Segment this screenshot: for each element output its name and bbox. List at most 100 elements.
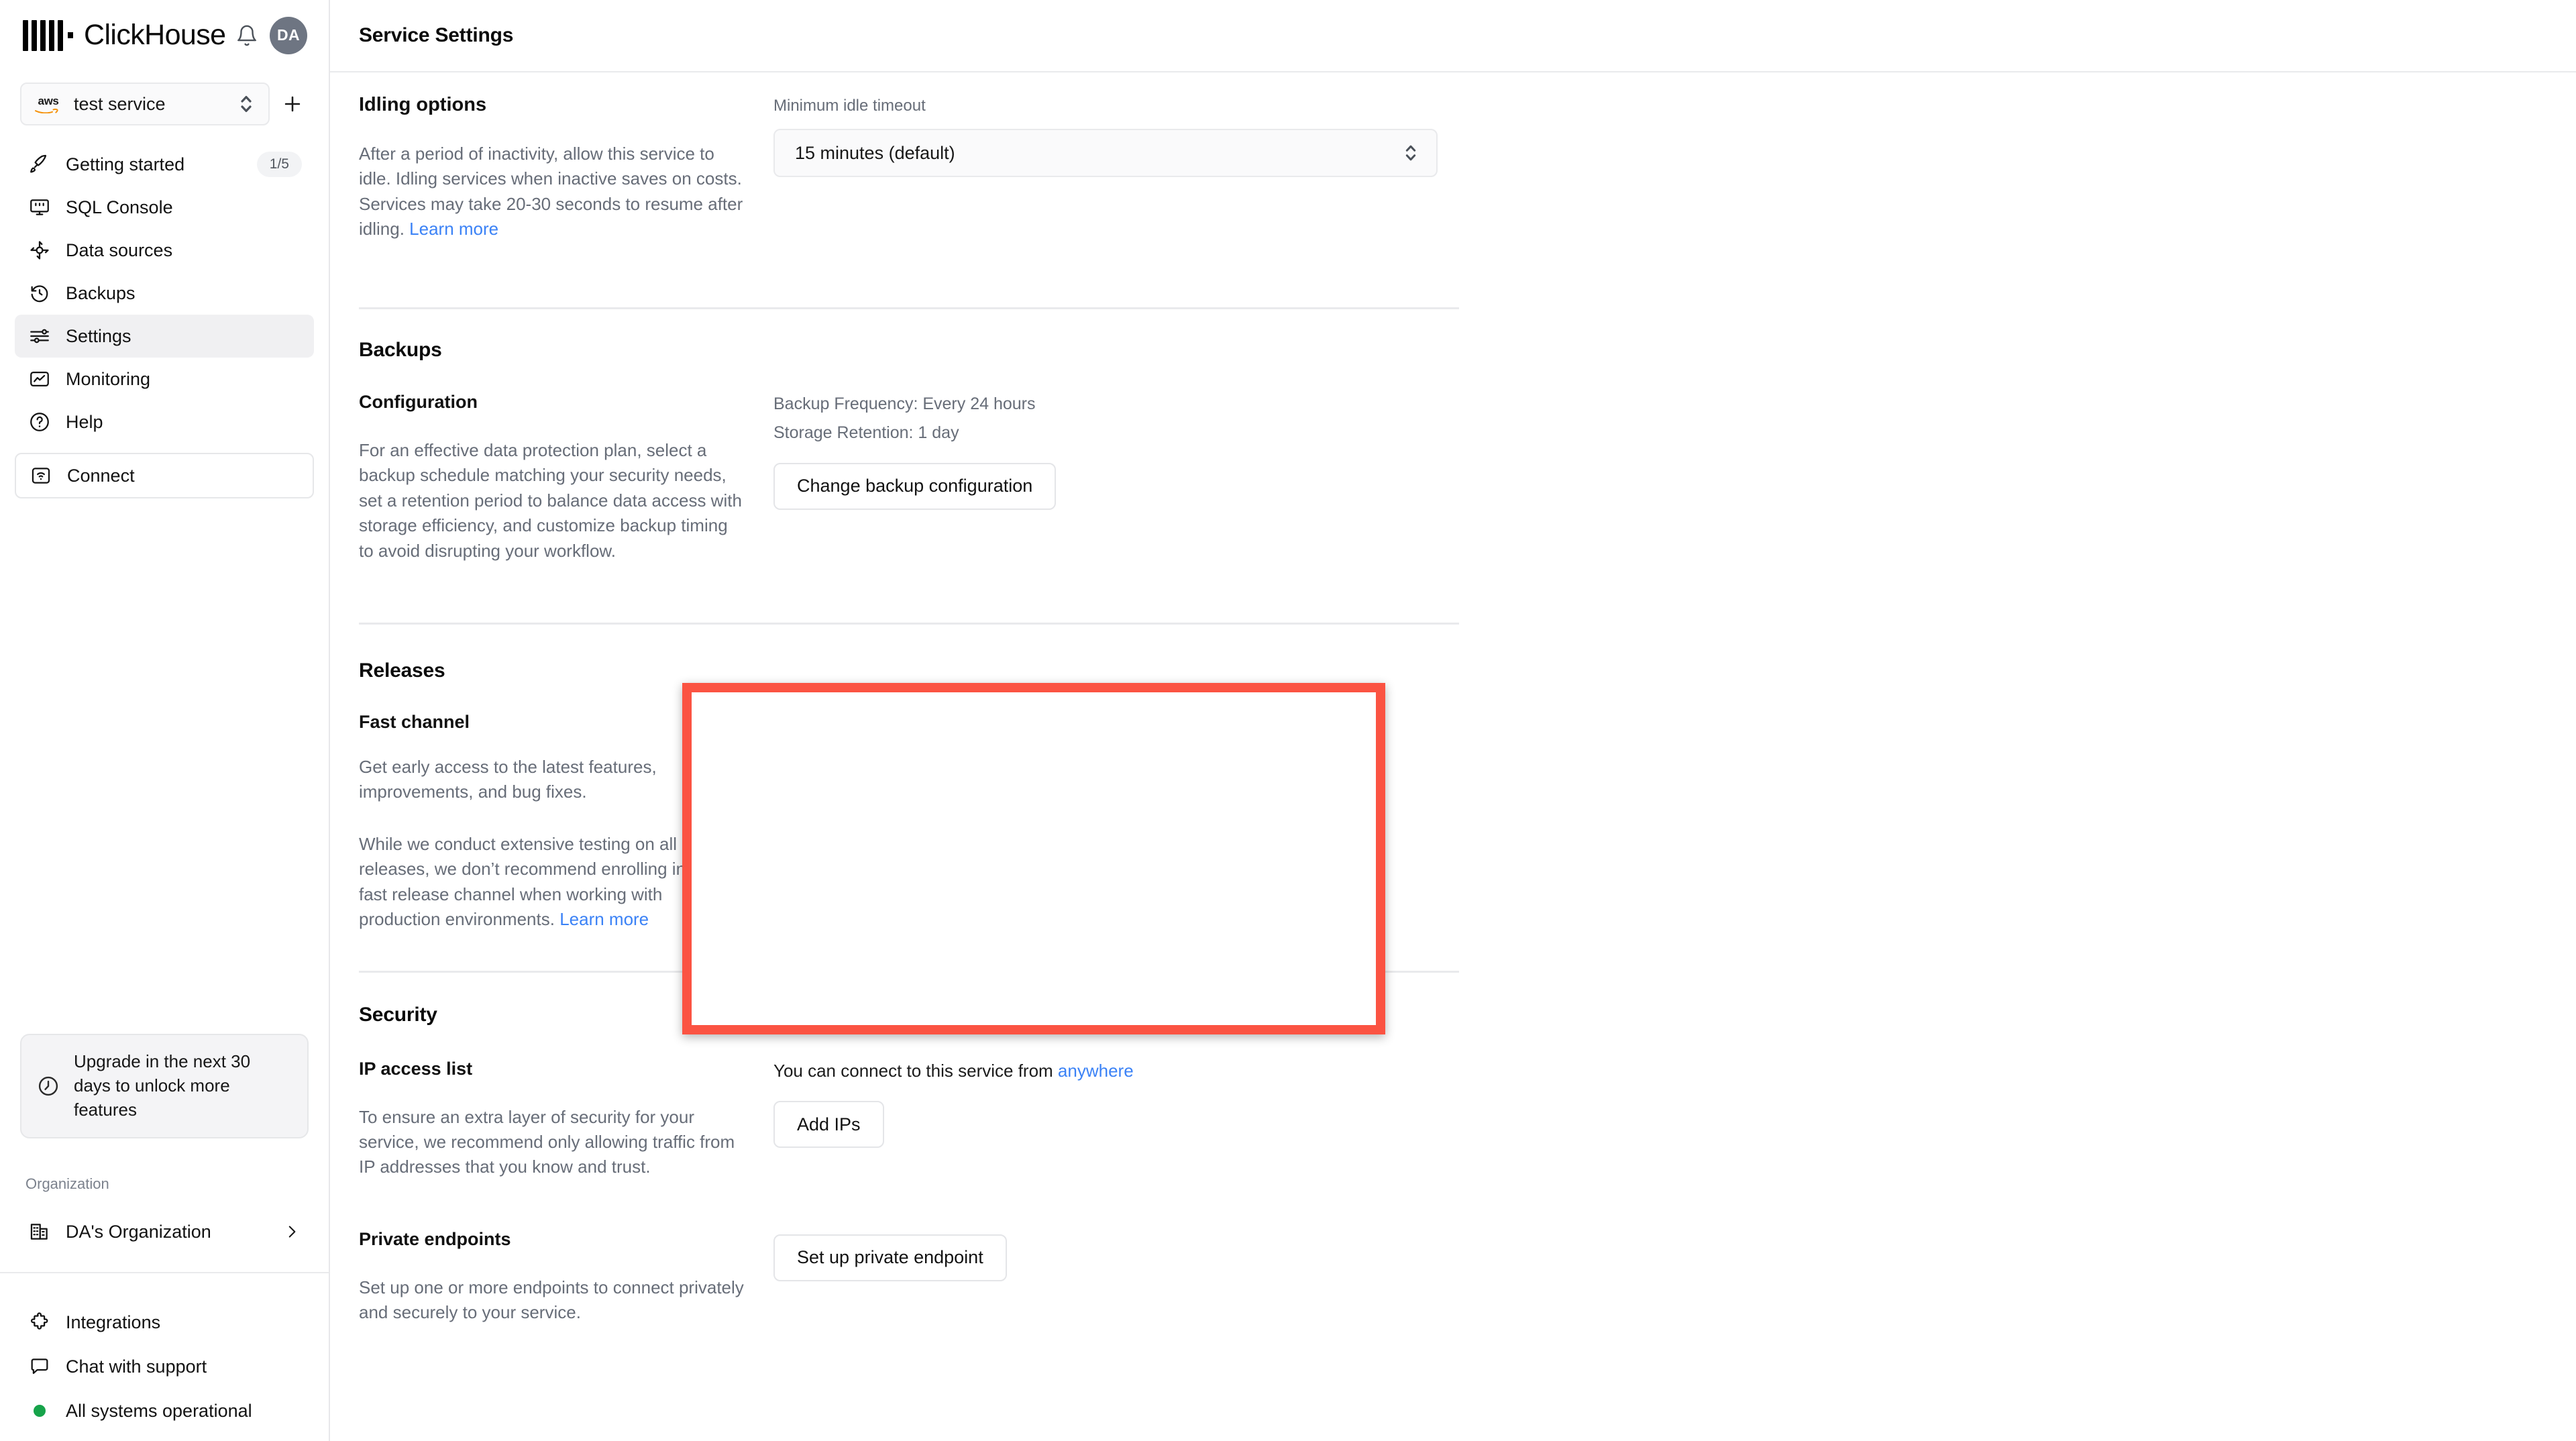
avatar[interactable]: DA [270,17,307,54]
idling-learn-more-link[interactable]: Learn more [409,219,498,239]
change-backup-configuration-button[interactable]: Change backup configuration [773,463,1056,510]
sidebar-item-data-sources[interactable]: Data sources [15,229,314,272]
history-restore-icon [28,282,51,305]
aws-swoosh-icon [35,107,62,113]
puzzle-icon [28,1311,51,1334]
sidebar-item-integrations[interactable]: Integrations [15,1300,314,1344]
idling-options-section: Idling options After a period of inactiv… [359,72,2576,242]
add-service-button[interactable] [276,88,309,120]
idling-options-title: Idling options [359,94,747,116]
sidebar: ClickHouse DA aws test service [0,0,330,1441]
sidebar-bottom-nav: Integrations Chat with support All syste… [15,1300,314,1433]
aws-label: aws [38,95,59,107]
storage-retention-line: Storage Retention: 1 day [773,421,2576,445]
getting-started-progress-badge: 1/5 [257,152,302,177]
sidebar-item-backups[interactable]: Backups [15,272,314,315]
anywhere-link[interactable]: anywhere [1058,1061,1134,1081]
rocket-icon [28,153,51,176]
connect-label: Connect [67,466,135,486]
status-dot-icon [34,1405,46,1417]
app-root: ClickHouse DA aws test service [0,0,2576,1441]
ip-access-left: IP access list To ensure an extra layer … [359,1059,773,1180]
upgrade-banner[interactable]: Upgrade in the next 30 days to unlock mo… [20,1034,309,1138]
sidebar-item-help[interactable]: Help [15,401,314,443]
chevron-right-icon [283,1223,301,1240]
sidebar-item-label: Backups [66,283,136,304]
backups-description: For an effective data protection plan, s… [359,438,747,564]
setup-private-endpoint-button[interactable]: Set up private endpoint [773,1234,1007,1281]
chart-monitor-icon [28,368,51,390]
settings-content: Idling options After a period of inactiv… [330,72,2576,1326]
question-circle-icon [28,411,51,433]
releases-right: Enroll in fast releases [773,712,2576,759]
releases-row: Fast channel Get early access to the lat… [359,712,2576,932]
console-icon [28,196,51,219]
fast-channel-paragraph-2: While we conduct extensive testing on al… [359,832,747,932]
bell-icon[interactable] [235,24,258,47]
backups-row: Configuration For an effective data prot… [359,392,2576,564]
releases-section-title: Releases [359,659,2576,682]
idling-options-left: Idling options After a period of inactiv… [359,94,773,242]
backups-left: Configuration For an effective data prot… [359,392,773,564]
main-content: Service Settings Idling options After a … [330,0,2576,1441]
service-selector[interactable]: aws test service [20,83,270,125]
organization-section-label: Organization [25,1175,109,1193]
add-ips-button[interactable]: Add IPs [773,1101,884,1148]
service-selector-row: aws test service [0,83,329,125]
sidebar-item-label: Chat with support [66,1356,207,1377]
connect-wrapper: Connect [0,443,329,498]
chevron-up-down-icon [237,92,255,116]
backup-frequency-line: Backup Frequency: Every 24 hours [773,392,2576,416]
sidebar-item-label: All systems operational [66,1401,252,1422]
ip-access-list-row: IP access list To ensure an extra layer … [359,1059,2576,1180]
organization-name: DA's Organization [66,1222,211,1242]
releases-learn-more-link[interactable]: Learn more [559,909,649,929]
service-name: test service [74,94,166,115]
backups-section-title: Backups [359,339,2576,362]
clickhouse-logo-icon [23,20,73,51]
fast-channel-paragraph-1: Get early access to the latest features,… [359,755,747,805]
min-idle-timeout-select[interactable]: 15 minutes (default) [773,129,1438,177]
sidebar-item-getting-started[interactable]: Getting started 1/5 [15,143,314,186]
private-endpoints-row: Private endpoints Set up one or more end… [359,1229,2576,1326]
idling-options-right: Minimum idle timeout 15 minutes (default… [773,94,2576,177]
connect-button[interactable]: Connect [15,453,314,498]
sidebar-item-label: Help [66,412,103,433]
sidebar-item-label: Getting started [66,154,184,175]
sidebar-item-settings[interactable]: Settings [15,315,314,358]
private-endpoints-description: Set up one or more endpoints to connect … [359,1275,747,1326]
sidebar-item-monitoring[interactable]: Monitoring [15,358,314,401]
backups-config-title: Configuration [359,392,747,413]
releases-section: Releases Fast channel Get early access t… [359,625,2576,932]
sidebar-item-label: Data sources [66,240,172,261]
building-icon [28,1220,51,1243]
backups-right: Backup Frequency: Every 24 hours Storage… [773,392,2576,510]
ip-access-right: You can connect to this service from any… [773,1059,2576,1148]
upgrade-banner-text: Upgrade in the next 30 days to unlock mo… [74,1050,291,1122]
brand-actions: DA [235,17,307,54]
fast-channel-paragraph-2-text: While we conduct extensive testing on al… [359,834,727,929]
brand-name: ClickHouse [84,19,225,52]
sidebar-item-label: Integrations [66,1312,160,1333]
sidebar-item-label: Monitoring [66,369,150,390]
connect-from-line: You can connect to this service from any… [773,1059,2576,1083]
ip-access-description: To ensure an extra layer of security for… [359,1105,747,1180]
idling-options-description: After a period of inactivity, allow this… [359,142,747,242]
private-endpoints-right: Set up private endpoint [773,1229,2576,1281]
main-header: Service Settings [330,0,2576,72]
sidebar-item-chat-support[interactable]: Chat with support [15,1344,314,1389]
sidebar-item-label: SQL Console [66,197,173,218]
aws-icon: aws [32,95,64,113]
sidebar-item-system-status[interactable]: All systems operational [15,1389,314,1433]
organization-row[interactable]: DA's Organization [15,1211,314,1252]
private-endpoints-left: Private endpoints Set up one or more end… [359,1229,773,1326]
min-idle-timeout-label: Minimum idle timeout [773,97,2576,115]
sidebar-nav: Getting started 1/5 SQL Console Data sou… [0,143,329,443]
enroll-in-fast-releases-button[interactable]: Enroll in fast releases [773,712,994,759]
sidebar-item-sql-console[interactable]: SQL Console [15,186,314,229]
chevron-up-down-icon [1403,142,1419,164]
data-sources-icon [28,239,51,262]
clock-icon [36,1074,60,1098]
wifi-connect-icon [30,464,52,487]
connect-from-prefix: You can connect to this service from [773,1061,1058,1081]
